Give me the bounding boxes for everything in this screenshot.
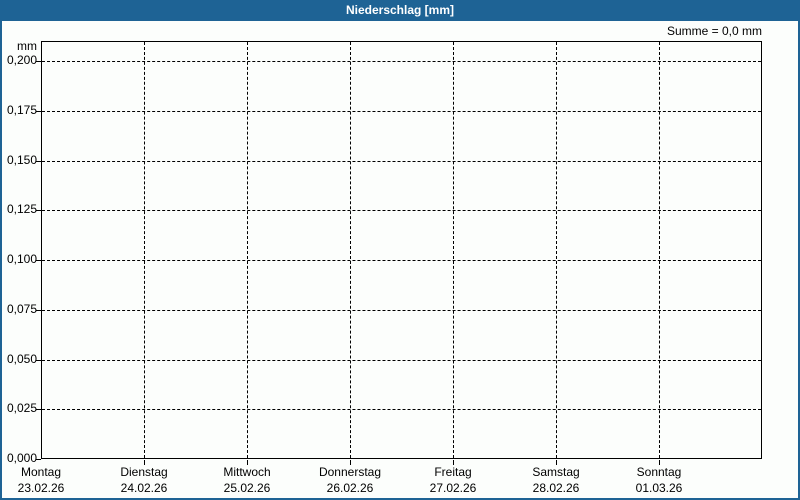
x-gridline [659,42,660,458]
y-gridline [42,61,761,62]
y-tick-mark [36,161,41,162]
x-tick-mark [659,460,660,465]
y-tick-label: 0,025 [6,401,37,415]
day-name-label: Samstag [532,465,580,479]
y-tick-mark [36,409,41,410]
day-date-label: 24.02.26 [120,481,168,495]
x-tick-mark [556,460,557,465]
x-category-label: Dienstag 24.02.26 [89,464,199,496]
y-gridline [42,409,761,411]
x-category-label: Mittwoch 25.02.26 [192,464,302,496]
y-gridline [42,309,761,311]
x-gridline [247,42,248,458]
y-tick-label: 0,175 [6,103,37,117]
x-gridline [144,42,145,458]
y-gridline [42,260,761,261]
x-gridline [350,42,351,458]
chart-window: Niederschlag [mm] Summe = 0,0 mm mm 0,20… [0,0,800,500]
y-tick-mark [36,459,41,460]
day-date-label: 28.02.26 [532,481,580,495]
window-border-left [0,21,2,500]
sum-annotation: Summe = 0,0 mm [666,24,762,38]
y-tick-label: 0,150 [6,153,37,167]
y-gridline [42,359,761,361]
y-gridline [42,160,761,162]
x-category-label: Freitag 27.02.26 [398,464,508,496]
title-bar: Niederschlag [mm] [0,0,800,21]
day-name-label: Mittwoch [223,465,271,479]
x-tick-mark [453,460,454,465]
y-tick-label: 0,200 [6,53,37,67]
x-category-label: Donnerstag 26.02.26 [295,464,405,496]
day-date-label: 01.03.26 [635,481,683,495]
day-date-label: 26.02.26 [326,481,374,495]
y-tick-mark [36,210,41,211]
y-tick-mark [36,360,41,361]
y-tick-label: 0,075 [6,302,37,316]
day-name-label: Freitag [434,465,472,479]
plot-area [41,41,762,459]
x-category-label: Montag 23.02.26 [0,464,96,496]
x-category-label: Samstag 28.02.26 [501,464,611,496]
x-gridline [453,42,454,458]
day-date-label: 25.02.26 [223,481,271,495]
day-name-label: Donnerstag [318,465,382,479]
y-tick-mark [36,260,41,261]
x-tick-mark [350,460,351,465]
x-gridline [556,42,557,458]
y-gridline [42,110,761,112]
y-tick-mark [36,111,41,112]
y-tick-label: 0,050 [6,352,37,366]
x-tick-mark [247,460,248,465]
day-date-label: 23.02.26 [17,481,65,495]
chart-title: Niederschlag [mm] [345,3,455,17]
day-name-label: Montag [20,465,62,479]
y-tick-mark [36,310,41,311]
y-tick-mark [36,61,41,62]
y-tick-label: 0,125 [6,202,37,216]
x-category-label: Sonntag 01.03.26 [604,464,714,496]
day-date-label: 27.02.26 [429,481,477,495]
day-name-label: Sonntag [636,465,682,479]
y-axis-unit-label: mm [17,39,37,53]
y-gridline [42,210,761,212]
y-tick-label: 0,100 [6,252,37,266]
x-tick-mark [144,460,145,465]
day-name-label: Dienstag [120,465,168,479]
